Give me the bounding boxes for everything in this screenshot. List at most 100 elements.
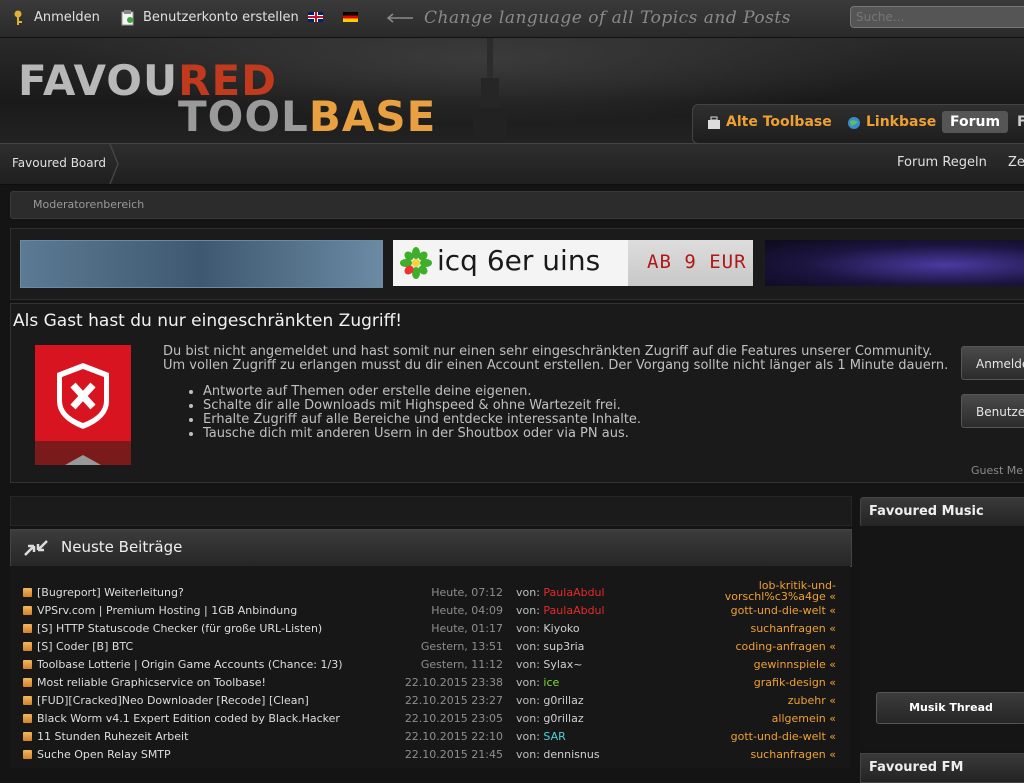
- logo-text: FAVOU: [18, 56, 179, 105]
- moderator-link[interactable]: Moderatorenbereich: [33, 198, 144, 211]
- top-nav-more[interactable]: Ze: [1008, 155, 1024, 170]
- list-item: Tausche dich mit anderen Usern in der Sh…: [203, 427, 641, 441]
- author-link[interactable]: sup3ria: [543, 640, 584, 653]
- post-title-link[interactable]: [FUD][Cracked]Neo Downloader [Recode] [C…: [37, 694, 309, 707]
- banner-world-map[interactable]: [20, 240, 383, 288]
- list-item: Erhalte Zugriff auf alle Bereiche und en…: [203, 413, 641, 427]
- register-link[interactable]: Benutzerkonto erstellen: [143, 10, 299, 25]
- author-link[interactable]: PaulaAbdul: [543, 604, 604, 617]
- post-author: von: ice: [516, 676, 559, 689]
- thread-icon: [23, 588, 32, 597]
- post-title-link[interactable]: [S] Coder [B] BTC: [37, 640, 133, 653]
- post-author: von: g0rillaz: [516, 694, 584, 707]
- nav-more[interactable]: F: [1017, 114, 1024, 130]
- music-widget-header: Favoured Music: [860, 497, 1024, 527]
- von-label: von:: [516, 712, 540, 725]
- von-label: von:: [516, 676, 540, 689]
- guest-benefits: Antworte auf Themen oder erstelle deine …: [185, 385, 641, 441]
- author-link[interactable]: g0rillaz: [543, 694, 583, 707]
- post-category-link[interactable]: lob-kritik-und-vorschl%c3%a4ge «: [725, 580, 836, 602]
- post-author: von: sup3ria: [516, 640, 584, 653]
- table-row: Most reliable Graphicservice on Toolbase…: [10, 674, 850, 692]
- post-time: 22.10.2015 22:10: [404, 730, 503, 743]
- post-category-link[interactable]: gewinnspiele «: [754, 658, 836, 671]
- post-title-link[interactable]: Most reliable Graphicservice on Toolbase…: [37, 676, 266, 689]
- guest-text-line: Um vollen Zugriff zu erlangen musst du d…: [163, 358, 949, 373]
- forum-rules-link[interactable]: Forum Regeln: [897, 155, 987, 170]
- post-time: 22.10.2015 23:05: [404, 712, 503, 725]
- banner-icq[interactable]: icq 6er uins AB 9 EUR: [393, 240, 753, 286]
- thread-icon: [23, 606, 32, 615]
- list-item: Antworte auf Themen oder erstelle deine …: [203, 385, 641, 399]
- post-title-link[interactable]: 11 Stunden Ruhezeit Arbeit: [37, 730, 188, 743]
- post-category-link[interactable]: gott-und-die-welt «: [731, 604, 836, 617]
- post-category-link[interactable]: gott-und-die-welt «: [731, 730, 836, 743]
- post-category-link[interactable]: zubehr «: [788, 694, 836, 707]
- post-category-link[interactable]: grafik-design «: [754, 676, 836, 689]
- post-title-link[interactable]: VPSrv.com | Premium Hosting | 1GB Anbind…: [37, 604, 297, 617]
- nav-linkbase[interactable]: Linkbase: [866, 114, 936, 130]
- table-row: [Bugreport] Weiterleitung? Heute, 07:12 vo…: [10, 580, 850, 602]
- banner-purple[interactable]: [765, 240, 1024, 286]
- guest-title: Als Gast hast du nur eingeschränkten Zug…: [13, 311, 403, 331]
- key-icon: [14, 10, 22, 25]
- author-link[interactable]: Sylax~: [543, 658, 582, 671]
- table-row: [S] Coder [B] BTC Gestern, 13:51 von: sup3…: [10, 638, 850, 656]
- music-thread-button[interactable]: Musik Thread: [876, 692, 1024, 724]
- logo-text: BASE: [308, 92, 437, 141]
- icq-flower-icon: [400, 247, 432, 279]
- icq-price: AB 9 EUR: [647, 251, 747, 273]
- breadcrumb-separator: [109, 144, 119, 184]
- fm-widget-header: Favoured FM: [860, 753, 1024, 783]
- post-title-link[interactable]: [Bugreport] Weiterleitung?: [37, 586, 184, 599]
- flag-uk-icon[interactable]: [308, 12, 323, 22]
- von-label: von:: [516, 730, 540, 743]
- author-link[interactable]: Kiyoko: [543, 622, 579, 635]
- toolbox-icon: [708, 116, 720, 129]
- author-link[interactable]: PaulaAbdul: [543, 586, 604, 599]
- post-time: Gestern, 13:51: [420, 640, 503, 653]
- von-label: von:: [516, 622, 540, 635]
- post-title-link[interactable]: Suche Open Relay SMTP: [37, 748, 171, 761]
- flag-de-icon[interactable]: [343, 12, 358, 22]
- latest-posts-title: Neuste Beiträge: [61, 538, 183, 556]
- guest-description: Du bist nicht angemeldet und hast somit …: [163, 345, 953, 373]
- post-category-link[interactable]: allgemein «: [772, 712, 836, 725]
- post-author: von: dennisnus: [516, 748, 600, 761]
- von-label: von:: [516, 640, 540, 653]
- post-category-link[interactable]: suchanfragen «: [750, 748, 836, 761]
- post-category-link[interactable]: suchanfragen «: [750, 622, 836, 635]
- thread-icon: [23, 678, 32, 687]
- author-link[interactable]: g0rillaz: [543, 712, 583, 725]
- guest-register-button[interactable]: Benutzerkonto erstellen: [961, 394, 1024, 428]
- thread-icon: [23, 750, 32, 759]
- arrow-left-icon: [386, 13, 413, 23]
- table-row: [FUD][Cracked]Neo Downloader [Recode] [C…: [10, 692, 850, 710]
- post-title-link[interactable]: [S] HTTP Statuscode Checker (für große U…: [37, 622, 322, 635]
- table-row: [S] HTTP Statuscode Checker (für große U…: [10, 620, 850, 638]
- register-user-icon: [121, 10, 134, 26]
- thread-icon: [23, 624, 32, 633]
- site-logo[interactable]: FAVOURED TOOLBASE: [18, 56, 478, 143]
- author-link[interactable]: dennisnus: [543, 748, 599, 761]
- nav-alte-toolbase[interactable]: Alte Toolbase: [726, 114, 832, 130]
- search-input[interactable]: [850, 6, 1024, 28]
- post-title-link[interactable]: Toolbase Lotterie | Origin Game Accounts…: [37, 658, 343, 671]
- von-label: von:: [516, 748, 540, 761]
- post-category-link[interactable]: coding-anfragen «: [735, 640, 836, 653]
- von-label: von:: [516, 694, 540, 707]
- music-widget-title: Favoured Music: [869, 504, 984, 519]
- login-link[interactable]: Anmelden: [34, 10, 100, 25]
- nav-forum[interactable]: Forum: [942, 111, 1009, 133]
- thread-icon: [23, 696, 32, 705]
- guest-login-button[interactable]: Anmelden: [961, 346, 1024, 380]
- table-row: 11 Stunden Ruhezeit Arbeit 22.10.2015 22:…: [10, 728, 850, 746]
- post-title-link[interactable]: Black Worm v4.1 Expert Edition coded by …: [37, 712, 340, 725]
- breadcrumb-home[interactable]: Favoured Board: [12, 156, 106, 170]
- moderator-bar: Moderatorenbereich: [10, 191, 1024, 219]
- table-row: Suche Open Relay SMTP 22.10.2015 21:45 von…: [10, 746, 850, 764]
- globe-icon: [848, 117, 860, 129]
- thread-icon: [23, 660, 32, 669]
- author-link[interactable]: ice: [543, 676, 559, 689]
- author-link[interactable]: SAR: [543, 730, 565, 743]
